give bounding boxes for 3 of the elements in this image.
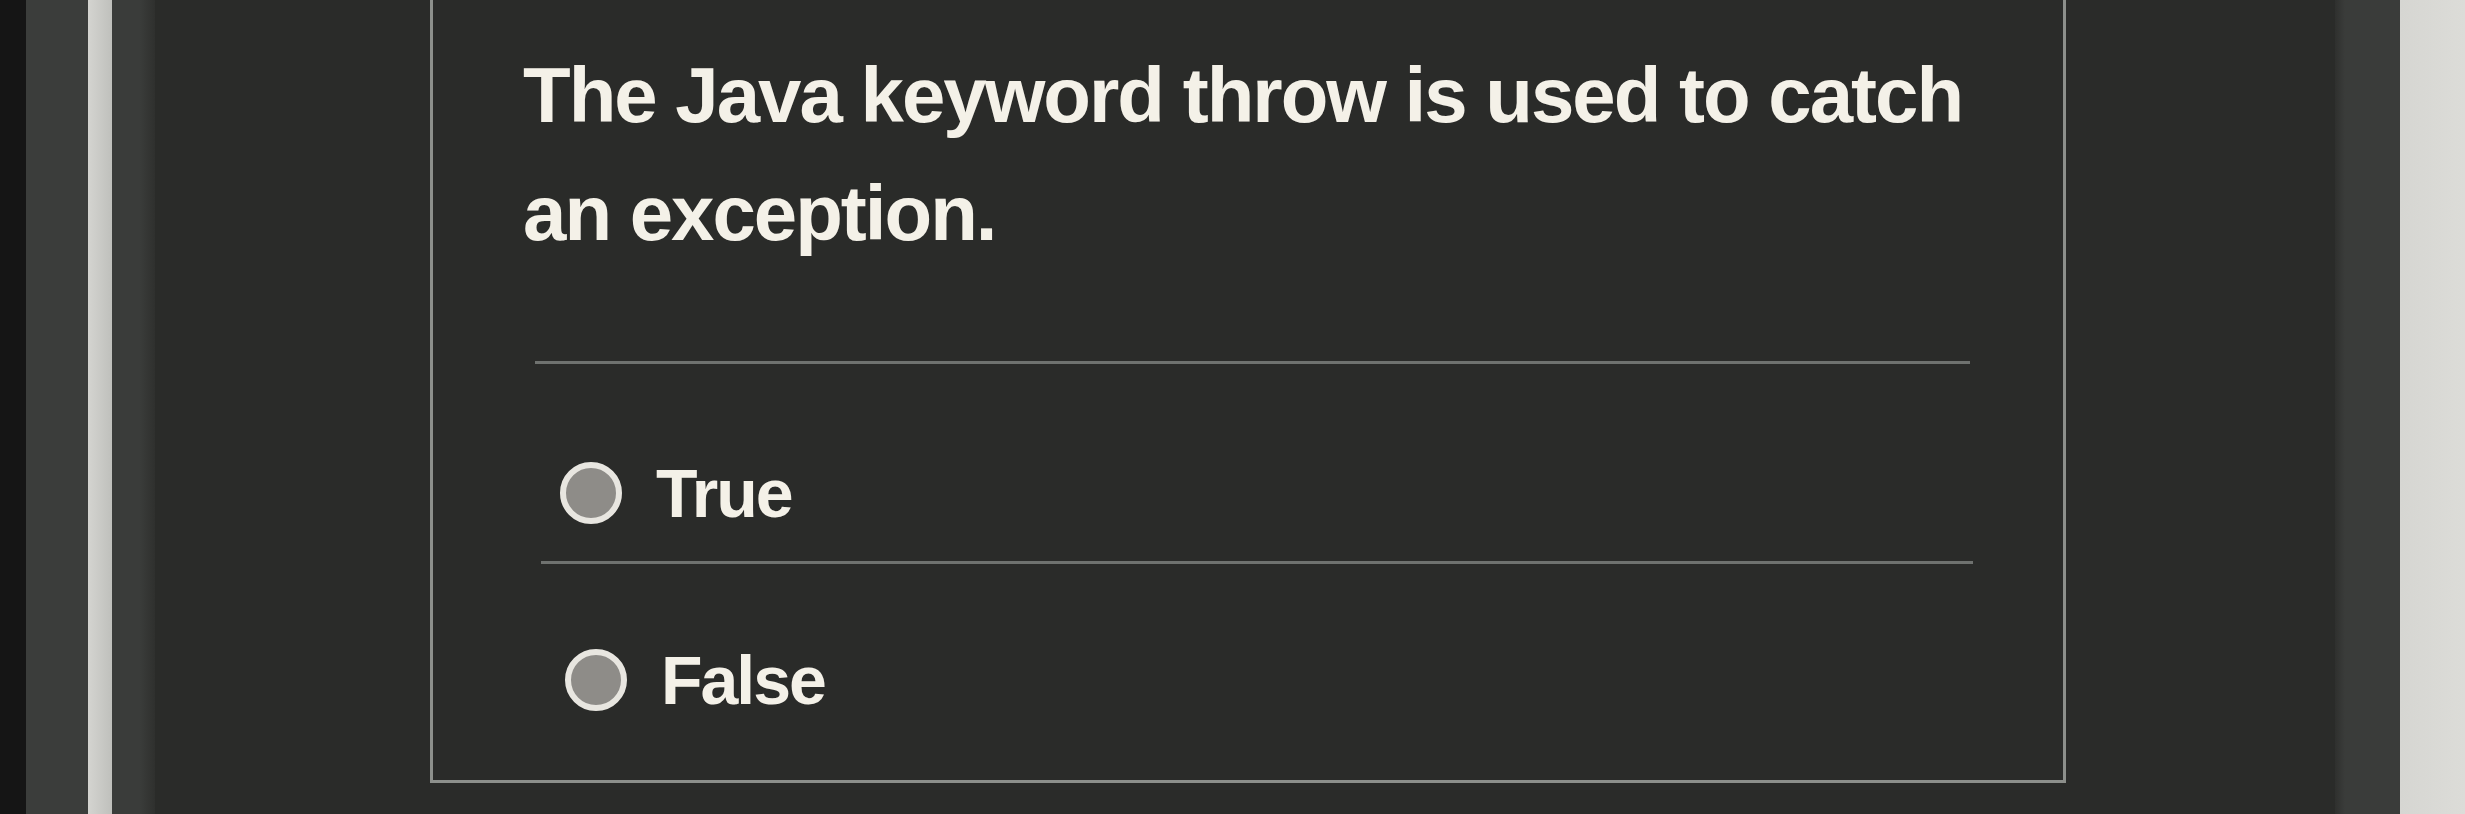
option-label[interactable]: True (656, 455, 792, 531)
option-label[interactable]: False (661, 642, 825, 718)
question-text: The Java keyword throw is used to catch an exception. (523, 50, 1964, 259)
